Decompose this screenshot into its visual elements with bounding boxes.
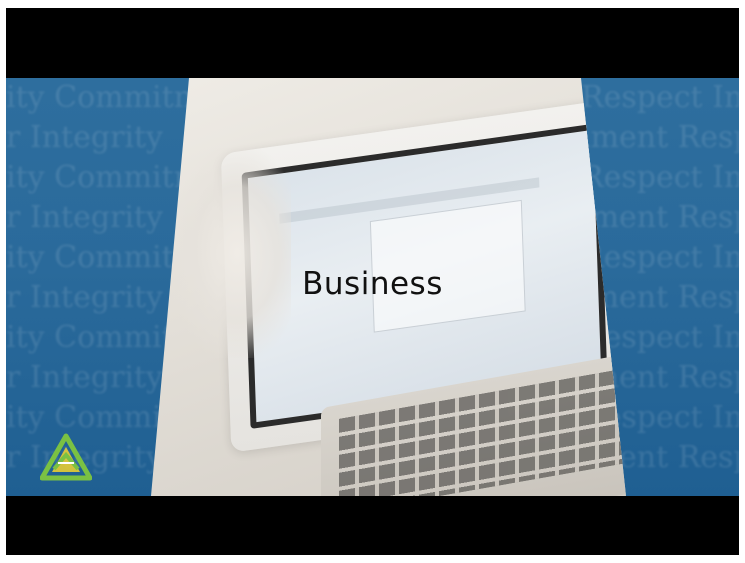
slide-title: Business <box>302 266 443 302</box>
background-word: r Integrity <box>6 120 164 155</box>
background-word: iment Respe <box>581 120 739 155</box>
background-word: Respect Inte <box>581 80 739 115</box>
company-logo-icon <box>40 433 92 481</box>
video-frame: ity Commitm r Integrity ity Commitm r In… <box>6 8 739 555</box>
background-word: iment Respe <box>581 200 739 235</box>
background-word: ity Commitm <box>6 80 203 115</box>
background-word: Respect Inte <box>581 160 739 195</box>
hand-blur <box>171 148 291 358</box>
background-word: ity Commitm <box>6 160 203 195</box>
slide-stage: ity Commitm r Integrity ity Commitm r In… <box>6 78 739 496</box>
